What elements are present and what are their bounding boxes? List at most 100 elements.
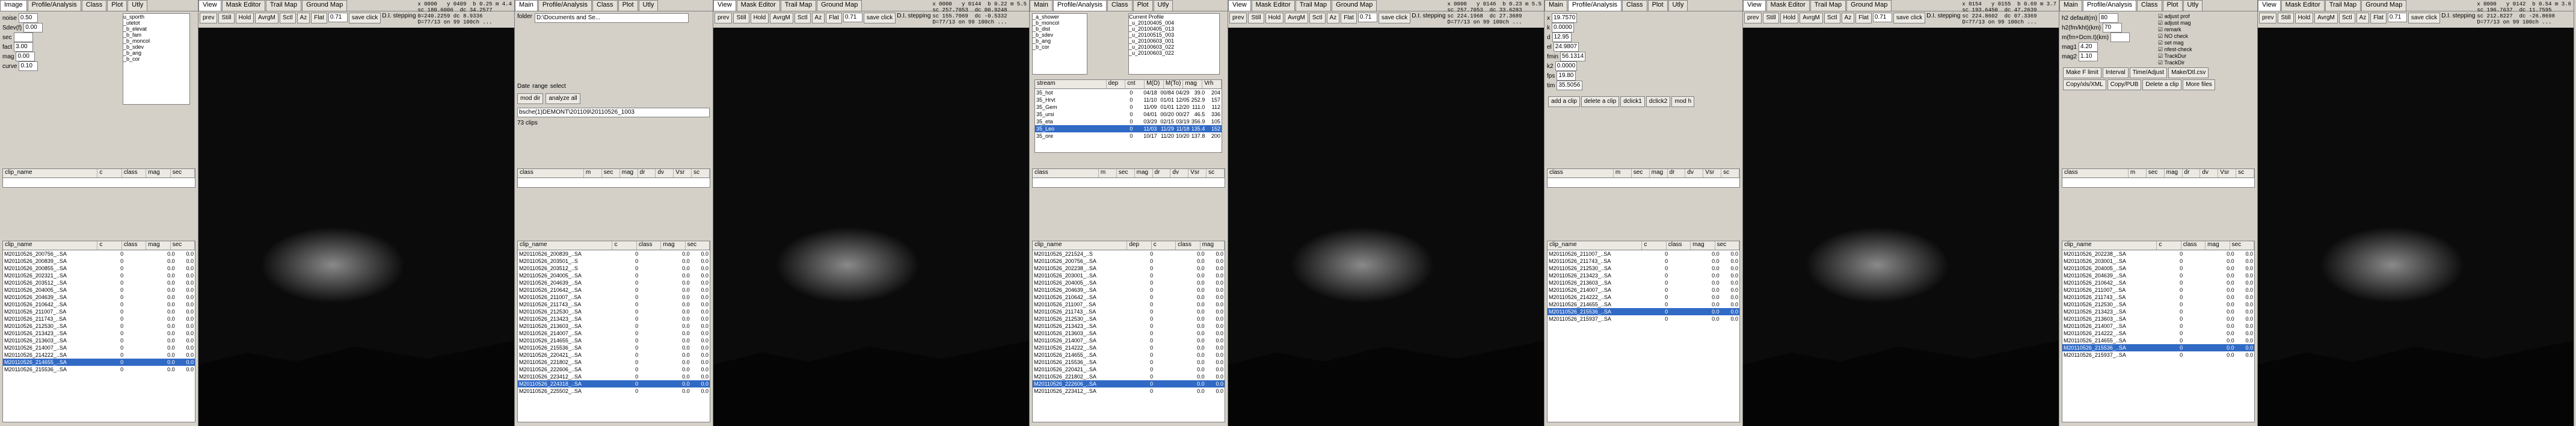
action-button[interactable]: Make/Dtl.csv — [2168, 67, 2209, 78]
column-header[interactable]: dep — [1107, 80, 1126, 88]
toolbar-button[interactable]: Sctl — [1824, 13, 1840, 23]
table-row[interactable]: M20110526_210642_..SA 0 0.0 0.0 — [1033, 294, 1225, 301]
table-row[interactable]: M20110526_213603_..SA 0 0.0 0.0 — [2062, 315, 2254, 323]
zoom-field[interactable]: 0.71 — [2387, 13, 2407, 22]
checkbox[interactable]: ☑ adjust mag — [2158, 20, 2248, 26]
table-row[interactable]: M20110526_212530_..SA 0 0.0 0.0 — [2062, 301, 2254, 308]
table-row[interactable]: M20110526_212530_..SA 0 0.0 0.0 — [1033, 315, 1225, 323]
table-row[interactable]: M20110526_214007_..SA 0 0.0 0.0 — [518, 330, 710, 337]
column-header[interactable]: M(To) — [1164, 80, 1184, 88]
column-header[interactable]: mag — [1691, 241, 1715, 250]
table-row[interactable]: M20110526_214222_..SA 0 0.0 0.0 — [1033, 344, 1225, 351]
table-row[interactable]: M20110526_211007_..SA 0 0.0 0.0 — [1033, 301, 1225, 308]
save-button[interactable]: save click — [348, 13, 381, 23]
class-list-item[interactable]: _b_elevat — [123, 26, 189, 32]
column-header[interactable]: sec — [1117, 169, 1135, 177]
tab-plot[interactable]: Plot — [1133, 0, 1153, 11]
column-header[interactable]: dr — [638, 169, 656, 177]
toolbar-button[interactable]: Sctl — [279, 13, 296, 23]
column-header[interactable]: clip_name — [3, 241, 98, 250]
column-header[interactable]: dv — [1685, 169, 1704, 177]
column-header[interactable]: sc — [1207, 169, 1225, 177]
table-row[interactable]: M20110526_211007_..SA 0 0.0 0.0 — [2062, 286, 2254, 294]
toolbar-button[interactable]: Az — [811, 13, 825, 23]
table-row[interactable]: M20110526_204005_..SA 0 0.0 0.0 — [1033, 279, 1225, 286]
table-row[interactable]: M20110526_211007_..SA 0 0.0 0.0 — [518, 294, 710, 301]
toolbar-button[interactable]: Flat — [1855, 13, 1872, 23]
checkbox[interactable]: ☑ set mag — [2158, 40, 2248, 46]
column-header[interactable]: sec — [1715, 241, 1739, 250]
toolbar-button[interactable]: Still — [733, 13, 749, 23]
table-row[interactable]: M20110526_214222_..SA 0 0.0 0.0 — [1548, 294, 1739, 301]
table-row[interactable]: M20110526_214655_..SA 0 0.0 0.0 — [2062, 337, 2254, 344]
tab-mask-editor[interactable]: Mask Editor — [1251, 0, 1295, 11]
toolbar-button[interactable]: prev — [715, 13, 733, 23]
table-row[interactable]: 35_Gem 0 11/09 01/01 12/20 111.0 112 — [1035, 103, 1222, 111]
toolbar-button[interactable]: Still — [218, 13, 235, 23]
column-header[interactable]: c — [2157, 241, 2181, 250]
table-row[interactable]: M20110526_213603_..SA 0 0.0 0.0 — [1033, 330, 1225, 337]
column-header[interactable]: mag — [620, 169, 638, 177]
tab-main[interactable]: Main — [1030, 0, 1053, 11]
toolbar-button[interactable]: Still — [1763, 13, 1779, 23]
param-field[interactable]: 12.95 — [1552, 32, 1572, 42]
tab-trail-map[interactable]: Trail Map — [1810, 0, 1846, 11]
checkbox[interactable]: ☑ TrackDur — [2158, 53, 2248, 60]
table-row[interactable]: 35_eta 0 03/29 02/15 03/19 356.9 105 — [1035, 118, 1222, 125]
table-row[interactable]: 35_Leo 0 11/03 11/29 11/18 135.4 152 — [1035, 125, 1222, 132]
param-field[interactable]: 70 — [2103, 23, 2122, 32]
param-field[interactable]: 0.50 — [18, 13, 38, 23]
tab-profile-analysis[interactable]: Profile/Analysis — [1567, 0, 1622, 11]
column-header[interactable]: clip_name — [3, 169, 98, 177]
toolbar-button[interactable]: Hold — [1265, 13, 1284, 23]
action-button[interactable]: dclick1 — [1620, 96, 1645, 107]
table-row[interactable]: M20110526_225502_..SA 0 0.0 0.0 — [518, 387, 710, 395]
toolbar-button[interactable]: AvrgM — [255, 13, 278, 23]
tab-ground-map[interactable]: Ground Map — [2361, 0, 2407, 11]
param-field[interactable]: 35.5056 — [1557, 81, 1582, 90]
table-row[interactable]: M20110526_215536_..SA 0 0.0 0.0 — [1548, 308, 1739, 315]
column-header[interactable]: sec — [171, 169, 195, 177]
stream-item[interactable]: _b_cor — [1033, 44, 1087, 50]
tab-profile-analysis[interactable]: Profile/Analysis — [1053, 0, 1107, 11]
tab-profile-analysis[interactable]: Profile/Analysis — [2082, 0, 2137, 11]
table-row[interactable]: M20110526_200855_..SA 0 0.0 0.0 — [3, 265, 195, 272]
column-header[interactable]: cnt — [1125, 80, 1145, 88]
table-row[interactable]: M20110526_203501_..S 0 0.0 0.0 — [518, 258, 710, 265]
profile-item[interactable]: _u_20100405_004 — [1129, 20, 1219, 26]
table-row[interactable]: M20110526_211743_..SA 0 0.0 0.0 — [1548, 258, 1739, 265]
tab-plot[interactable]: Plot — [618, 0, 638, 11]
param-field[interactable]: 0.00 — [23, 23, 43, 32]
column-header[interactable]: sec — [2147, 169, 2165, 177]
column-header[interactable]: Vsr — [1188, 169, 1207, 177]
profile-item[interactable]: _u_20100603_022 — [1129, 50, 1219, 56]
param-field[interactable]: 3.00 — [14, 42, 34, 52]
tab-ground-map[interactable]: Ground Map — [1846, 0, 1892, 11]
column-header[interactable]: c — [1152, 241, 1176, 250]
column-header[interactable]: class — [1667, 241, 1691, 250]
toolbar-button[interactable]: Still — [1248, 13, 1264, 23]
column-header[interactable]: m — [584, 169, 602, 177]
tab-main[interactable]: Main — [515, 0, 538, 11]
toolbar-button[interactable]: prev — [200, 13, 218, 23]
tab-view[interactable]: View — [713, 0, 736, 11]
param-field[interactable]: 0.00 — [16, 52, 35, 61]
table-row[interactable]: M20110526_222606_..SA 0 0.0 0.0 — [1033, 380, 1225, 387]
table-row[interactable]: M20110526_223412_..SA 0 0.0 0.0 — [1033, 387, 1225, 395]
column-header[interactable]: sc — [1721, 169, 1739, 177]
column-header[interactable]: mag — [1135, 169, 1153, 177]
tab-profile-analysis[interactable]: Profile/Analysis — [27, 0, 81, 11]
column-header[interactable]: stream — [1035, 80, 1107, 88]
zoom-field[interactable]: 0.71 — [328, 13, 348, 22]
param-field[interactable]: 19.7570 — [1552, 13, 1578, 23]
param-field[interactable]: 24.9807 — [1553, 42, 1579, 52]
column-header[interactable]: dv — [1170, 169, 1189, 177]
toolbar-button[interactable]: Flat — [2370, 13, 2387, 23]
toolbar-button[interactable]: Az — [1326, 13, 1340, 23]
table-row[interactable]: M20110526_213423_..SA 0 0.0 0.0 — [1033, 323, 1225, 330]
toolbar-button[interactable]: Sctl — [2338, 13, 2355, 23]
action-button[interactable]: delete a clip — [1581, 96, 1620, 107]
toolbar-button[interactable]: Flat — [311, 13, 327, 23]
table-row[interactable]: M20110526_214655_..SA 0 0.0 0.0 — [1033, 351, 1225, 359]
tab-utly[interactable]: Utly — [1153, 0, 1173, 11]
